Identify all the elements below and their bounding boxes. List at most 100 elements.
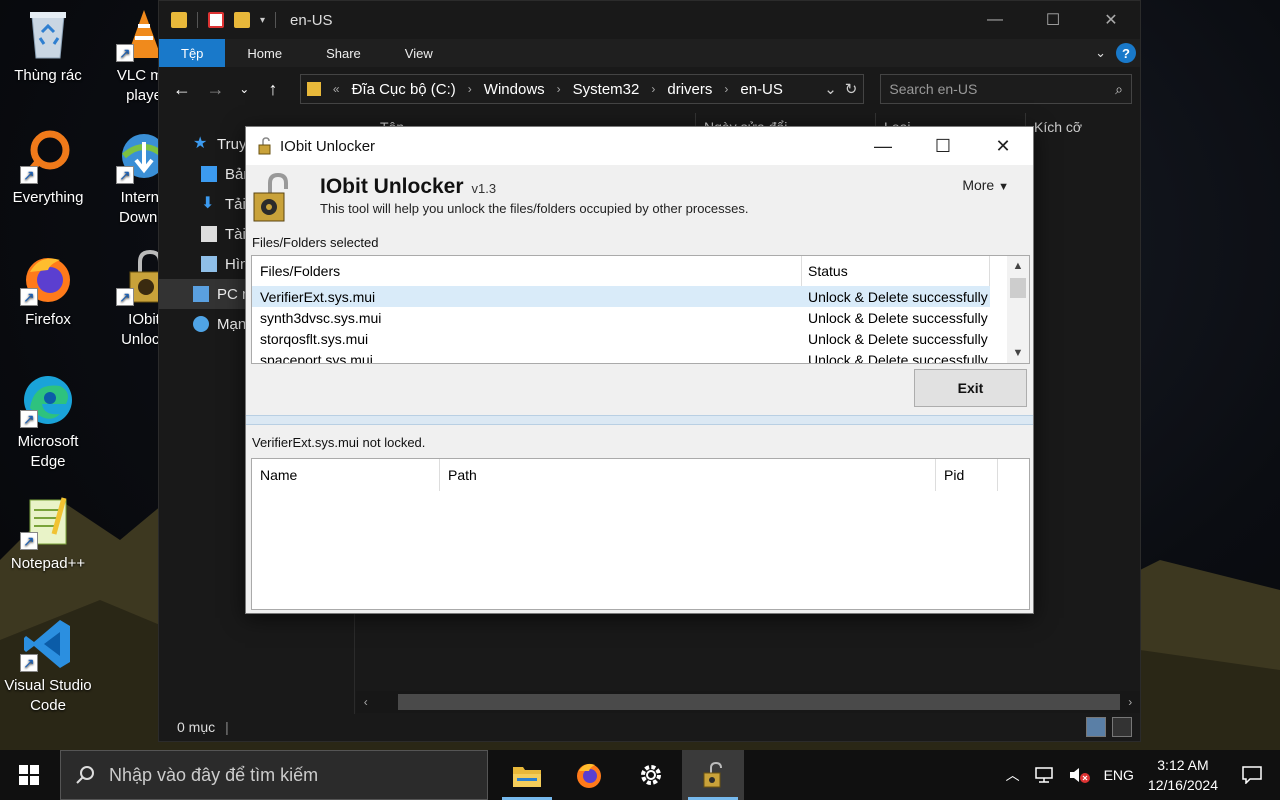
recent-locations-chevron-icon[interactable]: ⌄	[234, 82, 254, 96]
tab-share[interactable]: Share	[304, 39, 383, 67]
chevron-right-icon[interactable]: ›	[724, 82, 728, 96]
dialog-header: IObit Unlocker v1.3 This tool will help y…	[246, 165, 1033, 227]
desktop-icon-label: Visual Studio Code	[4, 677, 92, 714]
more-menu-button[interactable]: More ▼	[962, 177, 1009, 193]
list-item[interactable]: VerifierExt.sys.mui Unlock & Delete succ…	[252, 286, 990, 307]
maximize-button[interactable]: ☐	[1024, 1, 1082, 39]
close-button[interactable]: ✕	[973, 127, 1033, 165]
recycle-bin-icon	[20, 6, 76, 62]
breadcrumb-separator-icon: «	[332, 82, 340, 96]
breadcrumb-item[interactable]: drivers	[667, 81, 712, 98]
notifications-button[interactable]	[1232, 766, 1272, 784]
process-list-header: Name Path Pid	[252, 459, 1029, 491]
shortcut-arrow-icon	[116, 43, 134, 63]
scroll-right-icon[interactable]: ›	[1120, 695, 1140, 709]
clock-date: 12/16/2024	[1147, 777, 1218, 793]
address-history-chevron-icon[interactable]: ⌄	[824, 80, 837, 98]
desktop-icon-label: Microsoft Edge	[17, 433, 79, 470]
chevron-right-icon[interactable]: ›	[557, 82, 561, 96]
folder-icon	[306, 82, 321, 96]
scrollbar-thumb[interactable]	[397, 694, 1121, 710]
shortcut-arrow-icon	[116, 287, 134, 307]
star-icon: ★	[193, 135, 208, 152]
minimize-button[interactable]: —	[966, 1, 1024, 39]
forward-arrow-icon[interactable]: →	[201, 79, 231, 100]
desktop-icon-recycle-bin[interactable]: Thùng rác	[0, 6, 96, 86]
dialog-window-title: IObit Unlocker	[280, 137, 376, 155]
address-bar[interactable]: « Đĩa Cục bộ (C:) › Windows › System32 ›…	[299, 74, 865, 104]
tab-file[interactable]: Tệp	[159, 39, 226, 67]
network-icon	[193, 316, 209, 332]
expand-ribbon-icon[interactable]: ⌄	[1095, 45, 1106, 61]
column-size[interactable]: Kích cỡ	[1026, 113, 1126, 141]
desktop-icon-notepadpp[interactable]: Notepad++	[0, 494, 96, 574]
show-hidden-icons-icon[interactable]: ︿	[1006, 765, 1020, 785]
taskbar-settings[interactable]	[620, 750, 682, 800]
input-language[interactable]: ENG	[1104, 767, 1134, 783]
scroll-up-icon[interactable]: ▲	[1007, 256, 1029, 276]
taskbar-firefox[interactable]	[558, 750, 620, 800]
volume-muted-icon[interactable]	[1068, 766, 1090, 784]
chevron-right-icon[interactable]: ›	[651, 82, 655, 96]
desktop-icon-vscode[interactable]: Visual Studio Code	[0, 616, 96, 716]
vertical-scrollbar[interactable]: ▲ ▼	[1007, 256, 1029, 363]
desktop-icon-edge[interactable]: Microsoft Edge	[0, 372, 96, 472]
column-status[interactable]: Status	[802, 256, 990, 286]
close-button[interactable]: ✕	[1082, 1, 1140, 39]
scroll-down-icon[interactable]: ▼	[1007, 343, 1029, 363]
list-item[interactable]: storqosflt.sys.mui Unlock & Delete succe…	[252, 328, 990, 349]
pane-splitter[interactable]	[246, 415, 1033, 425]
desktop-icon-everything[interactable]: Everything	[0, 128, 96, 208]
tab-view[interactable]: View	[383, 39, 455, 67]
refresh-icon[interactable]: ↻	[845, 80, 858, 98]
chevron-right-icon[interactable]: ›	[468, 82, 472, 96]
network-icon[interactable]	[1034, 767, 1054, 783]
breadcrumb-item[interactable]: System32	[573, 81, 640, 98]
back-arrow-icon[interactable]: ←	[167, 79, 197, 100]
maximize-button[interactable]: ☐	[913, 127, 973, 165]
file-status: Unlock & Delete successfully	[808, 309, 988, 326]
taskbar-file-explorer[interactable]	[496, 750, 558, 800]
taskbar-search-box[interactable]: Nhập vào đây để tìm kiếm	[60, 750, 488, 800]
nav-item-label: Tài	[225, 225, 246, 243]
desktop-icon-firefox[interactable]: Firefox	[0, 250, 96, 330]
microsoft-edge-icon	[20, 372, 76, 429]
start-button[interactable]	[0, 750, 58, 800]
customize-toolbar-icon[interactable]: ▾	[260, 15, 265, 26]
shortcut-arrow-icon	[20, 409, 38, 429]
details-view-icon[interactable]	[1086, 717, 1106, 737]
more-label: More	[962, 177, 995, 193]
app-subtitle: This tool will help you unlock the files…	[320, 201, 749, 216]
column-pid[interactable]: Pid	[936, 459, 998, 491]
address-toolbar: ← → ⌄ ↑ « Đĩa Cục bộ (C:) › Windows › Sy…	[159, 67, 1140, 111]
column-path[interactable]: Path	[440, 459, 936, 491]
properties-icon[interactable]	[208, 12, 224, 28]
taskbar-apps	[496, 750, 744, 800]
breadcrumb-item[interactable]: Windows	[484, 81, 545, 98]
list-item[interactable]: synth3dvsc.sys.mui Unlock & Delete succe…	[252, 307, 990, 328]
taskbar-iobit-unlocker[interactable]	[682, 750, 744, 800]
list-item[interactable]: spaceport.sys.mui Unlock & Delete succes…	[252, 349, 990, 364]
scroll-left-icon[interactable]: ‹	[356, 695, 376, 709]
column-files-folders[interactable]: Files/Folders	[252, 256, 802, 286]
tab-home[interactable]: Home	[225, 39, 304, 67]
document-icon	[201, 226, 217, 242]
minimize-button[interactable]: —	[853, 127, 913, 165]
column-process-name[interactable]: Name	[252, 459, 440, 491]
large-icons-view-icon[interactable]	[1112, 717, 1132, 737]
breadcrumb-item[interactable]: Đĩa Cục bộ (C:)	[352, 81, 456, 98]
help-icon[interactable]: ?	[1116, 43, 1136, 63]
file-status: Unlock & Delete successfully	[808, 330, 988, 347]
taskbar: Nhập vào đây để tìm kiếm ︿ ENG 3:12 AM 1…	[0, 750, 1280, 800]
new-folder-icon[interactable]	[234, 12, 250, 28]
exit-button[interactable]: Exit	[914, 369, 1027, 407]
nav-item-label: Tải	[225, 195, 246, 213]
search-input[interactable]: Search en-US ⌕	[880, 74, 1132, 104]
up-arrow-icon[interactable]: ↑	[258, 79, 288, 100]
folder-icon	[171, 12, 187, 28]
windows-logo-icon	[19, 765, 39, 785]
horizontal-scrollbar[interactable]: ‹ ›	[356, 691, 1140, 713]
clock[interactable]: 3:12 AM 12/16/2024	[1148, 755, 1218, 795]
scrollbar-thumb[interactable]	[1010, 278, 1026, 298]
breadcrumb-item[interactable]: en-US	[740, 81, 783, 98]
